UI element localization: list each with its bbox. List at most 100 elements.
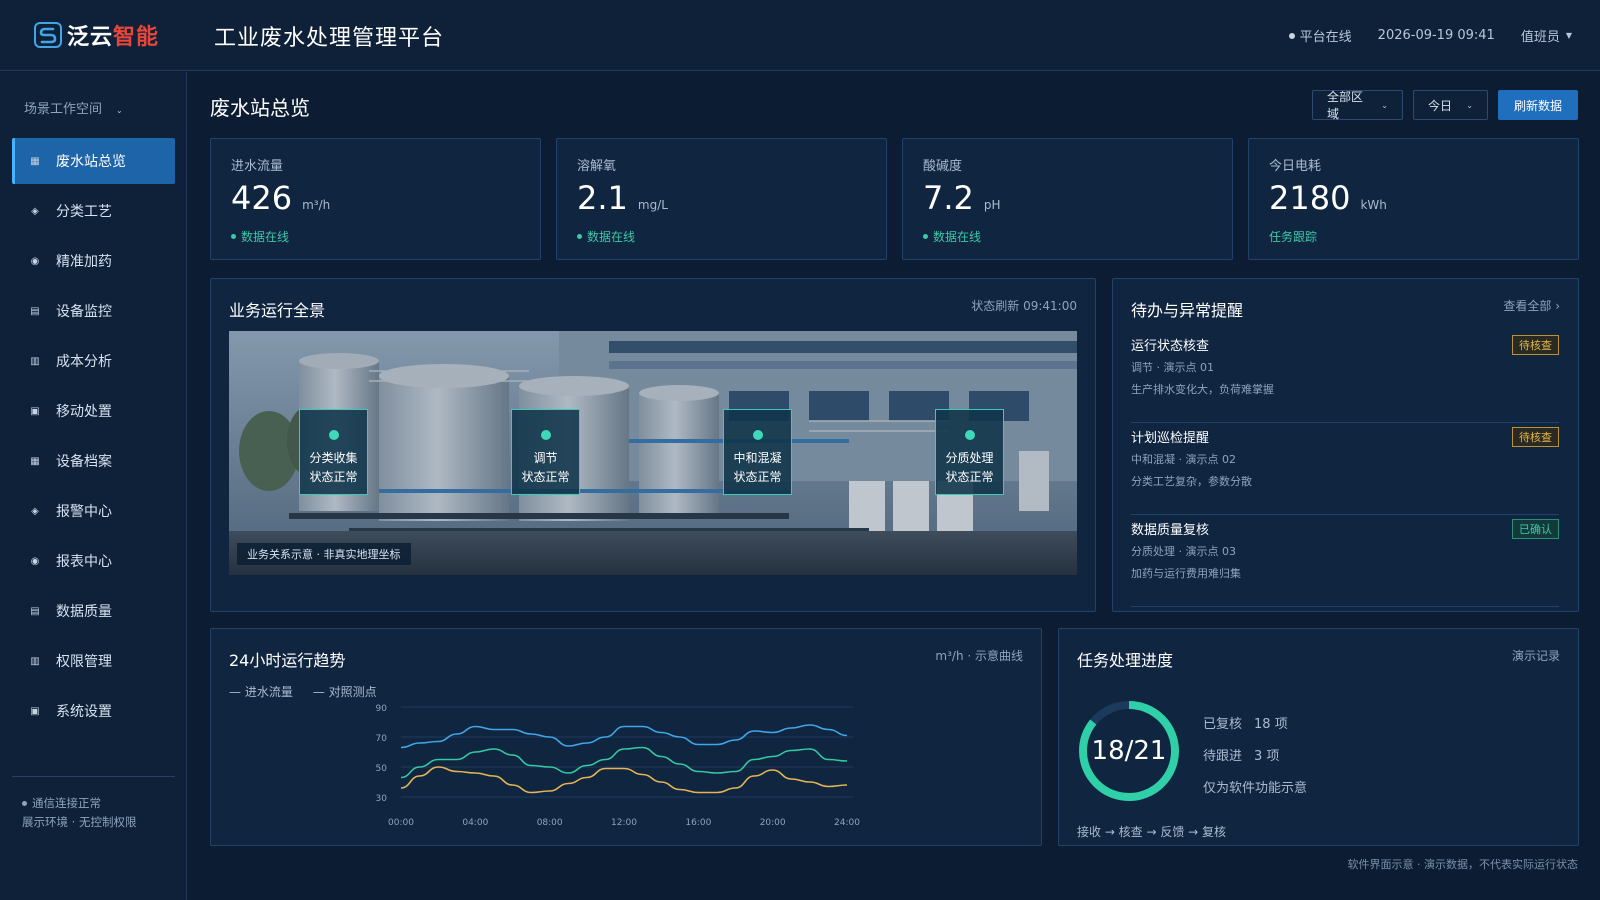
time-filter-select[interactable]: 今日 ⌄: [1413, 90, 1488, 120]
alert-description: 加药与运行费用难归集: [1131, 567, 1241, 580]
stat-status: 数据在线: [577, 228, 635, 245]
connection-status: 通信连接正常: [22, 794, 136, 813]
stat-number: 2.1: [577, 179, 628, 217]
progress-ratio: 18/21: [1091, 736, 1167, 766]
stat-value: 7.2 pH: [923, 179, 1001, 217]
alert-location: 调节 · 演示点 01: [1131, 361, 1214, 374]
view-all-link[interactable]: 查看全部 ›: [1503, 297, 1560, 314]
chevron-down-icon: ⌄: [116, 106, 123, 115]
sidebar-item-report[interactable]: ◉ 报表中心: [12, 538, 175, 584]
area-filter-select[interactable]: 全部区域 ⌄: [1312, 90, 1403, 121]
status-badge: 已确认: [1512, 519, 1559, 539]
hotspot-separation[interactable]: 分质处理 状态正常: [935, 409, 1004, 495]
stat-number: 7.2: [923, 179, 974, 217]
alert-description: 分类工艺复杂，参数分散: [1131, 475, 1252, 488]
user-menu[interactable]: 值班员 ▼: [1521, 26, 1572, 45]
stat-unit: m³/h: [302, 198, 331, 212]
stat-unit: pH: [983, 198, 1001, 212]
top-bar: 泛云智能 工业废水处理管理平台 平台在线 2026-09-19 09:41 值班…: [0, 0, 1600, 71]
hotspot-classification[interactable]: 分类收集 状态正常: [299, 409, 368, 495]
alert-location: 中和混凝 · 演示点 02: [1131, 453, 1236, 466]
logo-icon: [34, 22, 62, 48]
stat-number: 426: [231, 179, 293, 217]
sidebar: 场景工作空间 ⌄ ▦ 废水站总览 ◈ 分类工艺 ◉ 精准加药 ▤ 设备监控 ▥ 成本分析 ▣…: [0, 72, 187, 900]
header-datetime: 2026-09-19 09:41: [1377, 28, 1495, 43]
environment-note: 展示环境 · 无控制权限: [22, 815, 137, 829]
stat-status: 任务跟踪: [1269, 230, 1318, 244]
y-tick-label: 90: [376, 704, 388, 714]
sidebar-item-alarm[interactable]: ◈ 报警中心: [12, 488, 175, 534]
status-dot-icon: [540, 430, 551, 440]
grid-icon: ▦: [30, 455, 40, 467]
refresh-data-button[interactable]: 刷新数据: [1498, 90, 1578, 120]
x-tick-label: 04:00: [462, 818, 488, 828]
sidebar-item-overview[interactable]: ▦ 废水站总览: [12, 138, 175, 184]
platform-title: 工业废水处理管理平台: [214, 26, 445, 51]
status-dot-icon: [964, 430, 975, 440]
brand-name: 泛云智能: [67, 25, 160, 50]
x-tick-label: 20:00: [760, 818, 786, 828]
process-flow: 接收 → 核查 → 反馈 → 复核: [1077, 825, 1227, 839]
progress-note: 仅为软件功能示意: [1203, 781, 1308, 796]
overview-panel: 业务运行全景 状态刷新 09:41:00 分类收集 状态正常 调节 状态正常 中…: [210, 278, 1096, 612]
status-dot-icon: [231, 234, 236, 239]
alert-item[interactable]: 运行状态核查 调节 · 演示点 01 生产排水变化大，负荷难掌握 待核查: [1131, 335, 1559, 423]
progress-panel: 任务处理进度 演示记录 18/21 已复核 18 项 待跟进 3 项 仅为软件功能示…: [1058, 628, 1579, 846]
workspace-selector[interactable]: 场景工作空间 ⌄: [24, 98, 123, 117]
hotspot-neutralization[interactable]: 中和混凝 状态正常: [723, 409, 792, 495]
pending-count: 待跟进 3 项: [1203, 749, 1280, 764]
brand-logo[interactable]: 泛云智能: [33, 20, 159, 50]
stat-card-inflow: 进水流量 426 m³/h 数据在线: [210, 138, 541, 260]
sidebar-item-equipment-archive[interactable]: ▦ 设备档案: [12, 438, 175, 484]
sidebar-nav: ▦ 废水站总览 ◈ 分类工艺 ◉ 精准加药 ▤ 设备监控 ▥ 成本分析 ▣ 移动处置 ▦ 设备…: [12, 138, 175, 738]
progress-title: 任务处理进度: [1077, 651, 1174, 670]
hotspot-regulation[interactable]: 调节 状态正常: [511, 409, 580, 495]
sidebar-item-mobile[interactable]: ▣ 移动处置: [12, 388, 175, 434]
stat-number: 2180: [1269, 179, 1351, 217]
sidebar-item-equipment-monitor[interactable]: ▤ 设备监控: [12, 288, 175, 334]
target-icon: ◉: [30, 555, 40, 567]
series-line-0: [400, 724, 848, 749]
sidebar-divider: [12, 776, 175, 777]
stat-card-power: 今日电耗 2180 kWh 任务跟踪: [1248, 138, 1579, 260]
square-icon: ▣: [30, 705, 40, 717]
page-title: 废水站总览: [210, 96, 310, 120]
alert-title: 数据质量复核: [1131, 523, 1210, 538]
bars-icon: ▥: [30, 655, 40, 667]
square-icon: ▣: [30, 405, 40, 417]
target-icon: ◉: [30, 255, 40, 267]
footnote: 软件界面示意 · 演示数据，不代表实际运行状态: [1347, 858, 1579, 871]
chevron-down-icon: ⌄: [1381, 100, 1388, 110]
diamond-icon: ◈: [31, 505, 39, 517]
stat-unit: mg/L: [637, 198, 668, 212]
trend-chart: 30 50 70 90 00:00 04:00 08:00 12:00 16:00 20:00 24…: [376, 704, 861, 828]
bars-icon: ▥: [30, 355, 40, 367]
alert-item[interactable]: 计划巡检提醒 中和混凝 · 演示点 02 分类工艺复杂，参数分散 待核查: [1131, 427, 1559, 515]
alert-location: 分质处理 · 演示点 03: [1131, 545, 1236, 558]
sidebar-item-permissions[interactable]: ▥ 权限管理: [12, 638, 175, 684]
sidebar-item-settings[interactable]: ▣ 系统设置: [12, 688, 175, 734]
alert-title: 计划巡检提醒: [1131, 431, 1210, 446]
progress-ring: 18/21: [1077, 699, 1181, 803]
status-badge: 待核查: [1512, 427, 1559, 447]
alert-item[interactable]: 数据质量复核 分质处理 · 演示点 03 加药与运行费用难归集 已确认: [1131, 519, 1559, 607]
x-tick-label: 24:00: [834, 818, 860, 828]
stat-label: 今日电耗: [1269, 159, 1322, 174]
plant-scene-image: 分类收集 状态正常 调节 状态正常 中和混凝 状态正常 分质处理 状态正常 业务…: [229, 331, 1077, 575]
sidebar-item-process[interactable]: ◈ 分类工艺: [12, 188, 175, 234]
status-dot-icon: [577, 234, 582, 239]
sidebar-item-dosing[interactable]: ◉ 精准加药: [12, 238, 175, 284]
series-line-2: [400, 766, 848, 794]
alert-title: 运行状态核查: [1131, 339, 1210, 354]
list-icon: ▤: [30, 605, 40, 617]
sidebar-item-data-quality[interactable]: ▤ 数据质量: [12, 588, 175, 634]
alerts-panel: 待办与异常提醒 查看全部 › 运行状态核查 调节 · 演示点 01 生产排水变化…: [1112, 278, 1579, 612]
stat-status: 数据在线: [231, 228, 289, 245]
top-right-status: 平台在线 2026-09-19 09:41 值班员 ▼: [1288, 26, 1572, 45]
stat-card-dissolved-oxygen: 溶解氧 2.1 mg/L 数据在线: [556, 138, 887, 260]
sidebar-item-cost[interactable]: ▥ 成本分析: [12, 338, 175, 384]
stat-value: 2180 kWh: [1269, 179, 1387, 217]
y-tick-label: 50: [376, 764, 388, 774]
alert-description: 生产排水变化大，负荷难掌握: [1131, 383, 1274, 396]
y-tick-label: 30: [376, 794, 388, 804]
